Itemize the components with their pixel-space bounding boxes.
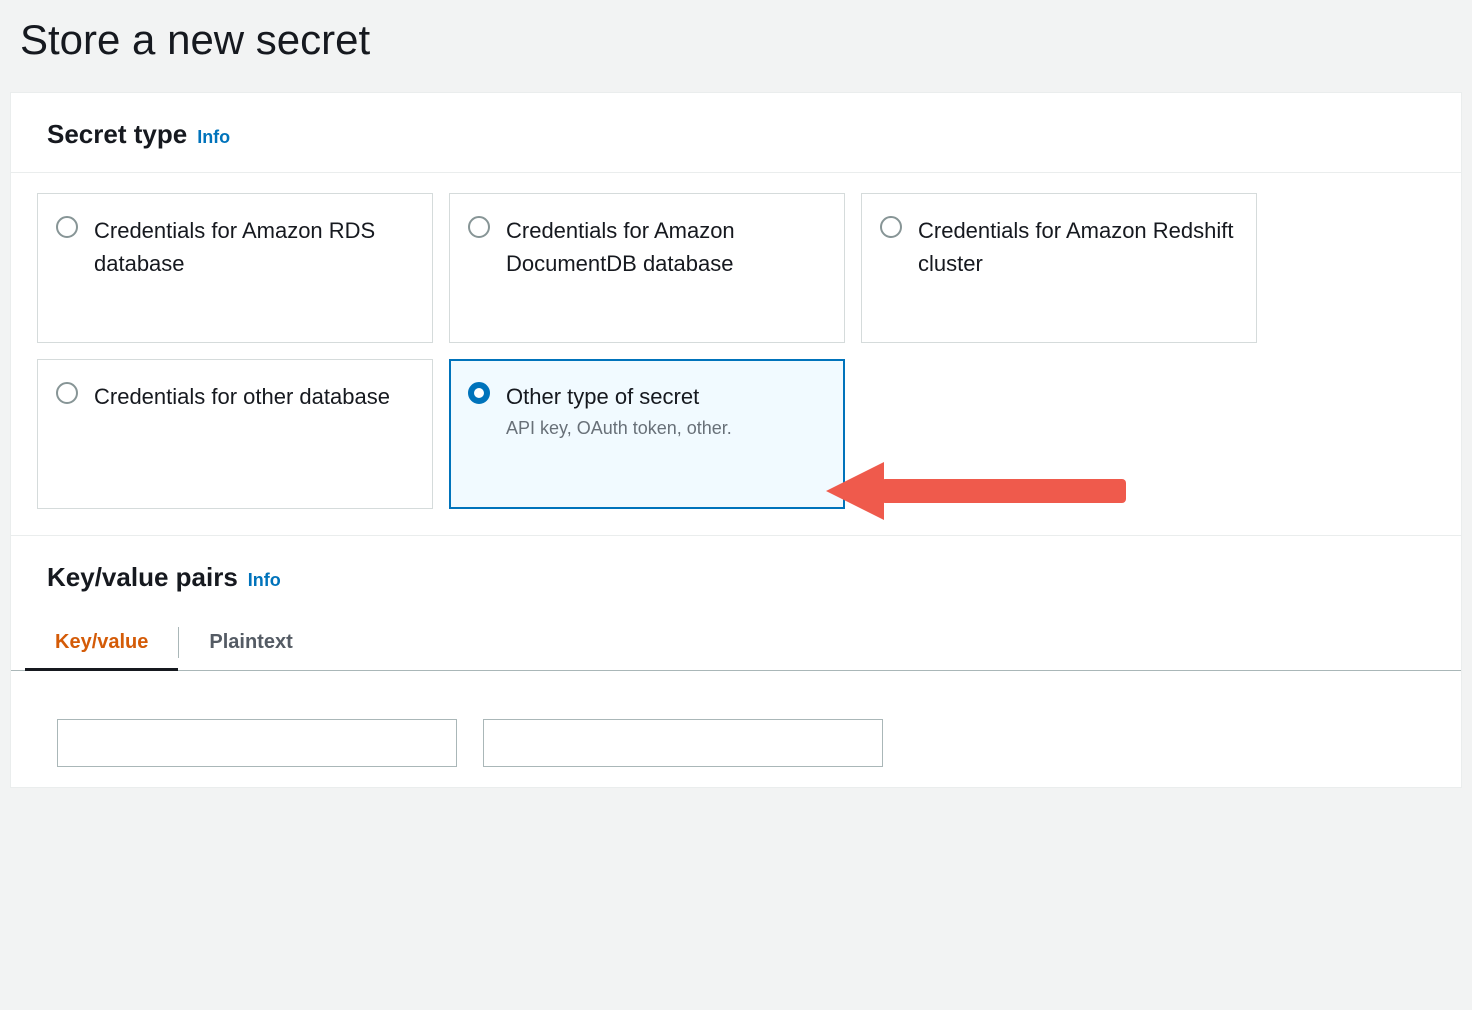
tile-label: Credentials for Amazon Redshift cluster bbox=[918, 214, 1234, 280]
secret-panel: Secret type Info Credentials for Amazon … bbox=[10, 92, 1462, 788]
secret-type-heading: Secret type bbox=[47, 119, 187, 150]
kv-input-row bbox=[11, 671, 1461, 787]
key-input[interactable] bbox=[57, 719, 457, 767]
secret-type-tiles: Credentials for Amazon RDS database Cred… bbox=[11, 173, 1461, 535]
tile-rds[interactable]: Credentials for Amazon RDS database bbox=[37, 193, 433, 343]
secret-type-header: Secret type Info bbox=[11, 93, 1461, 173]
tile-label: Credentials for Amazon DocumentDB databa… bbox=[506, 214, 822, 280]
page-title: Store a new secret bbox=[0, 0, 1472, 92]
tile-redshift[interactable]: Credentials for Amazon Redshift cluster bbox=[861, 193, 1257, 343]
tile-documentdb[interactable]: Credentials for Amazon DocumentDB databa… bbox=[449, 193, 845, 343]
tile-other-secret[interactable]: Other type of secret API key, OAuth toke… bbox=[449, 359, 845, 509]
value-input[interactable] bbox=[483, 719, 883, 767]
tab-key-value[interactable]: Key/value bbox=[25, 615, 178, 670]
tile-label: Credentials for other database bbox=[94, 380, 390, 413]
kv-info-link[interactable]: Info bbox=[248, 570, 281, 591]
tile-other-db[interactable]: Credentials for other database bbox=[37, 359, 433, 509]
radio-icon bbox=[468, 216, 490, 238]
tab-plaintext[interactable]: Plaintext bbox=[179, 615, 322, 670]
radio-icon bbox=[56, 382, 78, 404]
secret-type-info-link[interactable]: Info bbox=[197, 127, 230, 148]
kv-header: Key/value pairs Info bbox=[11, 535, 1461, 615]
kv-tabs: Key/value Plaintext bbox=[11, 615, 1461, 671]
radio-icon bbox=[468, 382, 490, 404]
radio-icon bbox=[56, 216, 78, 238]
tile-label: Other type of secret bbox=[506, 380, 732, 413]
tile-description: API key, OAuth token, other. bbox=[506, 415, 732, 442]
radio-icon bbox=[880, 216, 902, 238]
tile-label: Credentials for Amazon RDS database bbox=[94, 214, 410, 280]
kv-heading: Key/value pairs bbox=[47, 562, 238, 593]
